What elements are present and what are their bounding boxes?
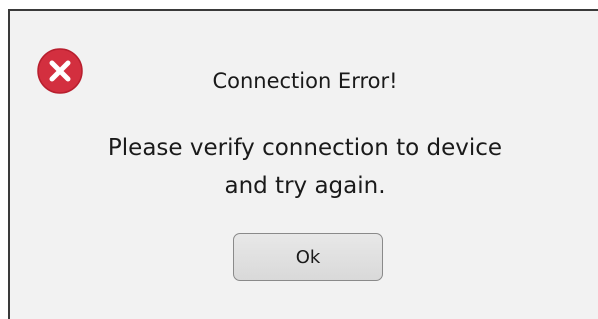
message-line-2: and try again.	[224, 173, 386, 199]
ok-button[interactable]: Ok	[233, 233, 383, 281]
error-dialog: Connection Error! Please verify connecti…	[8, 9, 598, 319]
message-line-1: Please verify connection to device	[107, 135, 503, 161]
dialog-title: Connection Error!	[212, 69, 398, 93]
dialog-message: Please verify connection to device and t…	[10, 129, 598, 205]
